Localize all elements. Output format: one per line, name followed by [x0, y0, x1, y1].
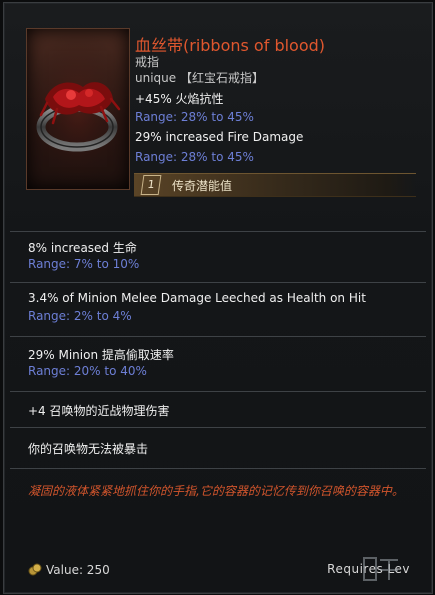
affix-block: 你的召唤物无法被暴击 [4, 428, 432, 468]
implicit-stat: +45% 火焰抗性 [135, 92, 224, 106]
watermark-logo [363, 557, 398, 581]
item-art [26, 28, 130, 190]
item-header: 血丝带(ribbons of blood) 戒指 unique 【红宝石戒指】 … [4, 3, 432, 231]
item-value-label: Value: 250 [46, 563, 110, 577]
item-value: Value: 250 [28, 562, 110, 577]
implicit-range: Range: 28% to 45% [135, 150, 254, 164]
affix-stat: 29% Minion 提高偷取速率 [28, 348, 174, 362]
coin-icon [28, 563, 42, 576]
lore-text: 凝固的液体紧紧地抓住你的手指,它的容器的记忆传到你召唤的容器中。 [28, 484, 404, 498]
item-type: 戒指 [135, 55, 160, 69]
affix-block: 8% increased 生命 Range: 7% to 10% [4, 232, 432, 280]
affix-block: 29% Minion 提高偷取速率 Range: 20% to 40% [4, 337, 432, 387]
legendary-potential-count: 1 [140, 175, 162, 195]
implicit-range: Range: 28% to 45% [135, 110, 254, 124]
item-name: 血丝带(ribbons of blood) [135, 36, 326, 55]
affix-range: Range: 2% to 4% [28, 309, 132, 323]
divider [10, 468, 426, 469]
affix-block: +4 召唤物的近战物理伤害 [4, 392, 432, 424]
affix-range: Range: 7% to 10% [28, 257, 140, 271]
ring-icon [27, 29, 129, 189]
legendary-potential-bar: 1 传奇潜能值 [134, 173, 416, 197]
affix-stat: +4 召唤物的近战物理伤害 [28, 404, 170, 418]
affix-stat: 3.4% of Minion Melee Damage Leeched as H… [28, 291, 366, 305]
affix-block: 3.4% of Minion Melee Damage Leeched as H… [4, 283, 432, 333]
implicit-stat: 29% increased Fire Damage [135, 130, 304, 144]
affix-stat: 8% increased 生命 [28, 241, 137, 255]
legendary-potential-label: 传奇潜能值 [172, 179, 233, 193]
item-tooltip: 血丝带(ribbons of blood) 戒指 unique 【红宝石戒指】 … [3, 2, 433, 594]
item-rarity: unique 【红宝石戒指】 [135, 71, 264, 85]
affix-range: Range: 20% to 40% [28, 364, 147, 378]
affix-stat: 你的召唤物无法被暴击 [28, 442, 149, 456]
